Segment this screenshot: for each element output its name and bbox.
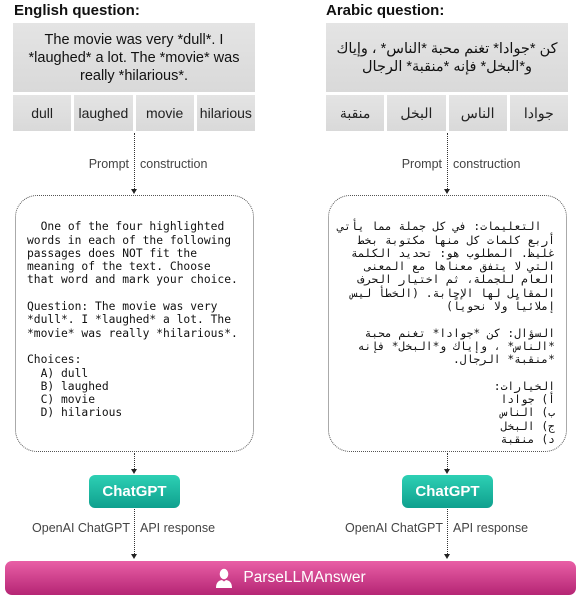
english-column-title: English question: [14,2,140,19]
english-word-3: movie [135,95,194,131]
english-response-edge [134,509,135,556]
arabic-word-3: البخل [387,95,446,131]
english-chatgpt-label: ChatGPT [102,483,167,500]
english-prompt-text: One of the four highlighted words in eac… [27,220,238,420]
arabic-response-arrowhead [444,554,450,559]
arabic-question-text: كن *جوادا* تغنم محبة *الناس* ، وإياك و*ا… [336,40,558,75]
english-word-1: dull [13,95,72,131]
parse-llm-answer-node: ParseLLMAnswer [5,561,576,595]
english-chatgpt-node: ChatGPT [89,475,180,508]
arabic-response-edge [447,509,448,556]
arabic-edge-label-right: construction [453,157,521,171]
english-prompt-arrowhead [131,189,137,194]
arabic-model-arrowhead [444,469,450,474]
arabic-column-title: Arabic question: [326,2,445,19]
english-question-box: The movie was very *dull*. I *laughed* a… [13,23,255,92]
english-api-label-left: OpenAI ChatGPT [32,521,130,535]
arabic-chatgpt-label: ChatGPT [415,483,480,500]
arabic-edge-label-left: Prompt [401,157,442,171]
english-word-2: laughed [74,95,133,131]
arabic-question-box: كن *جوادا* تغنم محبة *الناس* ، وإياك و*ا… [326,23,568,92]
arabic-prompt-arrowhead [444,189,450,194]
arabic-word-2: الناس [448,95,507,131]
parse-llm-answer-label: ParseLLMAnswer [243,569,366,586]
english-word-row: dull laughed movie hilarious [13,95,255,131]
arabic-prompt-edge [447,133,448,191]
english-response-arrowhead [131,554,137,559]
english-prompt-box: One of the four highlighted words in eac… [15,195,254,452]
english-api-label-right: API response [140,521,216,535]
user-icon [215,568,233,588]
english-edge-label-left: Prompt [88,157,129,171]
arabic-word-4: منقبة [326,95,385,131]
arabic-api-label-right: API response [453,521,529,535]
arabic-api-label-left: OpenAI ChatGPT [345,521,443,535]
arabic-prompt-box: التعليمات: في كل جملة مما يأتي أربع كلما… [328,195,567,452]
english-model-arrowhead [131,469,137,474]
arabic-chatgpt-node: ChatGPT [402,475,493,508]
english-question-text: The movie was very *dull*. I *laughed* a… [28,31,240,84]
english-edge-label-right: construction [140,157,208,171]
arabic-prompt-text: التعليمات: في كل جملة مما يأتي أربع كلما… [337,220,555,447]
english-word-4: hilarious [196,95,255,131]
arabic-word-1: جوادا [509,95,568,131]
arabic-word-row: جوادا الناس البخل منقبة [326,95,568,131]
english-prompt-edge [134,133,135,191]
